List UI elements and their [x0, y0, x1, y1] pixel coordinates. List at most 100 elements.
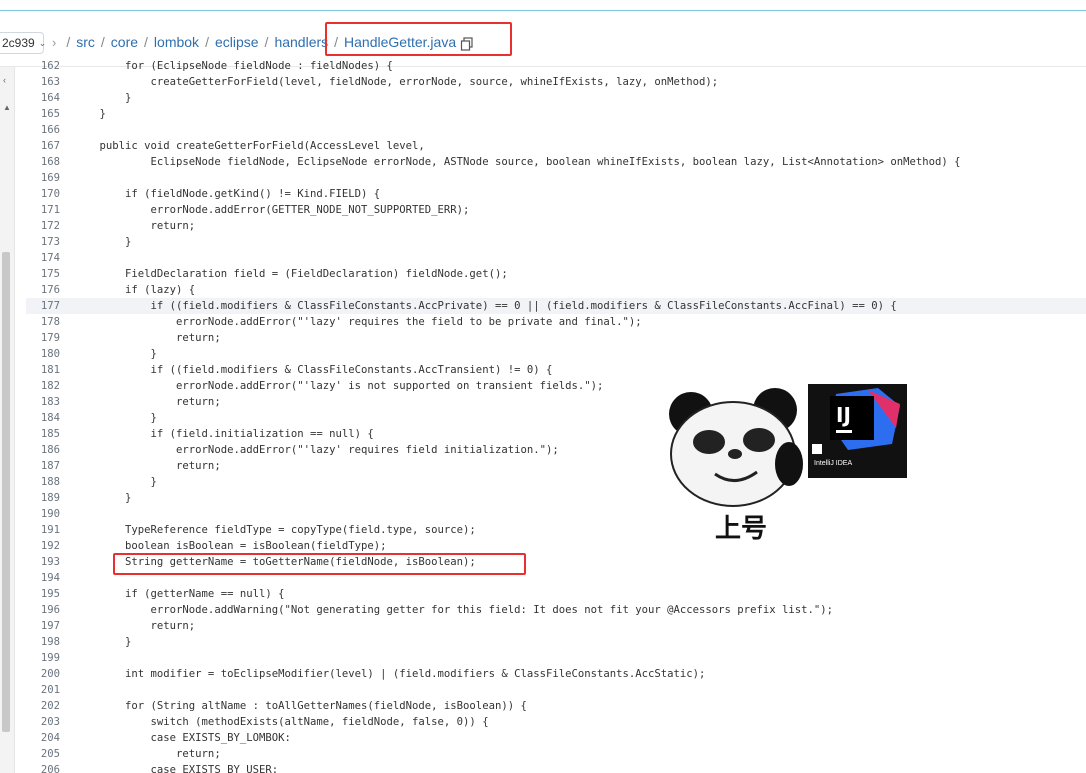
line-number[interactable]: 203: [26, 714, 74, 730]
branch-selector[interactable]: 2c939 ⌄: [0, 32, 47, 54]
line-number[interactable]: 194: [26, 570, 74, 586]
line-number[interactable]: 206: [26, 762, 74, 773]
line-number[interactable]: 197: [26, 618, 74, 634]
code-line: 182 errorNode.addError("'lazy' is not su…: [26, 378, 1086, 394]
line-number[interactable]: 188: [26, 474, 74, 490]
code-line: 163 createGetterForField(level, fieldNod…: [26, 74, 1086, 90]
line-number[interactable]: 181: [26, 362, 74, 378]
line-number[interactable]: 199: [26, 650, 74, 666]
line-number[interactable]: 190: [26, 506, 74, 522]
line-number[interactable]: 163: [26, 74, 74, 90]
line-number[interactable]: 164: [26, 90, 74, 106]
branch-label: 2c939: [2, 36, 35, 50]
code-text: switch (methodExists(altName, fieldNode,…: [74, 716, 489, 728]
scroll-up-icon: ▲: [3, 103, 11, 112]
panda-face-image: 上号: [663, 384, 808, 544]
line-number[interactable]: 177: [26, 298, 74, 314]
breadcrumb-lombok[interactable]: lombok: [154, 34, 199, 50]
code-text: if ((field.modifiers & ClassFileConstant…: [74, 364, 553, 376]
line-number[interactable]: 175: [26, 266, 74, 282]
line-number[interactable]: 174: [26, 250, 74, 266]
breadcrumb-core[interactable]: core: [111, 34, 138, 50]
line-number[interactable]: 162: [26, 58, 74, 74]
code-text: EclipseNode fieldNode, EclipseNode error…: [74, 156, 961, 168]
code-text: if (field.initialization == null) {: [74, 428, 374, 440]
code-text: TypeReference fieldType = copyType(field…: [74, 524, 476, 536]
intellij-label: IntelliJ IDEA: [814, 460, 853, 467]
code-text: public void createGetterForField(AccessL…: [74, 140, 425, 152]
line-number[interactable]: 198: [26, 634, 74, 650]
shortcut-arrow-icon: [812, 444, 822, 454]
left-scrollbar[interactable]: ‹ ▲: [0, 67, 15, 773]
code-text: return;: [74, 220, 196, 232]
line-number[interactable]: 204: [26, 730, 74, 746]
code-line: 173 }: [26, 234, 1086, 250]
code-text: errorNode.addError(GETTER_NODE_NOT_SUPPO…: [74, 204, 470, 216]
code-line: 195 if (getterName == null) {: [26, 586, 1086, 602]
line-number[interactable]: 179: [26, 330, 74, 346]
code-line: 202 for (String altName : toAllGetterNam…: [26, 698, 1086, 714]
code-text: case EXISTS_BY_LOMBOK:: [74, 732, 291, 744]
breadcrumb-handlers[interactable]: handlers: [274, 34, 328, 50]
code-line: 170 if (fieldNode.getKind() != Kind.FIEL…: [26, 186, 1086, 202]
line-number[interactable]: 166: [26, 122, 74, 138]
code-line: 179 return;: [26, 330, 1086, 346]
chevron-down-icon: ⌄: [38, 38, 47, 48]
code-line: 201: [26, 682, 1086, 698]
code-line: 206 case EXISTS_BY_USER:: [26, 762, 1086, 773]
code-text: errorNode.addError("'lazy' is not suppor…: [74, 380, 604, 392]
line-number[interactable]: 202: [26, 698, 74, 714]
code-text: if ((field.modifiers & ClassFileConstant…: [74, 300, 897, 312]
line-number[interactable]: 172: [26, 218, 74, 234]
line-number[interactable]: 167: [26, 138, 74, 154]
code-line: 174: [26, 250, 1086, 266]
breadcrumb-src[interactable]: src: [76, 34, 95, 50]
line-number[interactable]: 180: [26, 346, 74, 362]
line-number[interactable]: 182: [26, 378, 74, 394]
code-line: 200 int modifier = toEclipseModifier(lev…: [26, 666, 1086, 682]
line-number[interactable]: 183: [26, 394, 74, 410]
code-line: 187 return;: [26, 458, 1086, 474]
line-number[interactable]: 169: [26, 170, 74, 186]
code-line: 197 return;: [26, 618, 1086, 634]
code-text: errorNode.addError("'lazy' requires fiel…: [74, 444, 559, 456]
line-number[interactable]: 196: [26, 602, 74, 618]
code-text: return;: [74, 460, 221, 472]
meme-sticker: 上号 IJ IntelliJ IDEA: [663, 384, 907, 544]
line-number[interactable]: 173: [26, 234, 74, 250]
scroll-thumb[interactable]: [2, 252, 10, 732]
line-number[interactable]: 200: [26, 666, 74, 682]
file-annotation-box: [325, 22, 512, 56]
line-number[interactable]: 192: [26, 538, 74, 554]
code-text: }: [74, 636, 132, 648]
line-number[interactable]: 189: [26, 490, 74, 506]
code-text: }: [74, 236, 132, 248]
code-line: 186 errorNode.addError("'lazy' requires …: [26, 442, 1086, 458]
line-number[interactable]: 187: [26, 458, 74, 474]
code-text: errorNode.addWarning("Not generating get…: [74, 604, 833, 616]
line-number[interactable]: 168: [26, 154, 74, 170]
code-line: 191 TypeReference fieldType = copyType(f…: [26, 522, 1086, 538]
intellij-icon: IJ IntelliJ IDEA: [808, 384, 907, 478]
line-number[interactable]: 165: [26, 106, 74, 122]
code-line: 180 }: [26, 346, 1086, 362]
line-number[interactable]: 205: [26, 746, 74, 762]
code-line: 178 errorNode.addError("'lazy' requires …: [26, 314, 1086, 330]
line-number[interactable]: 195: [26, 586, 74, 602]
line-number[interactable]: 170: [26, 186, 74, 202]
line-number[interactable]: 171: [26, 202, 74, 218]
code-text: if (fieldNode.getKind() != Kind.FIELD) {: [74, 188, 381, 200]
code-line: 181 if ((field.modifiers & ClassFileCons…: [26, 362, 1086, 378]
line-number[interactable]: 193: [26, 554, 74, 570]
line-number[interactable]: 176: [26, 282, 74, 298]
code-text: }: [74, 92, 132, 104]
top-border: [0, 10, 1086, 11]
line-number[interactable]: 201: [26, 682, 74, 698]
line-number[interactable]: 186: [26, 442, 74, 458]
code-line: 176 if (lazy) {: [26, 282, 1086, 298]
line-number[interactable]: 185: [26, 426, 74, 442]
line-number[interactable]: 191: [26, 522, 74, 538]
line-number[interactable]: 178: [26, 314, 74, 330]
line-number[interactable]: 184: [26, 410, 74, 426]
breadcrumb-eclipse[interactable]: eclipse: [215, 34, 259, 50]
